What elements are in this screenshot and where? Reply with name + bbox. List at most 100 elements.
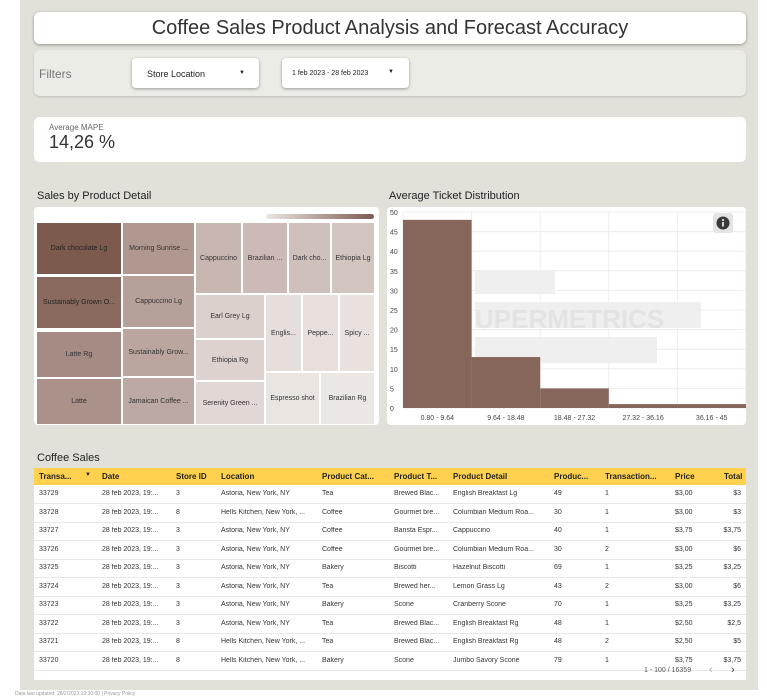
table-row[interactable]: 33720 28 feb 2023, 19:... 8 Hells Kitchen, … xyxy=(34,652,746,671)
table-row[interactable]: 33728 28 feb 2023, 19:... 8 Hells Kitchen, … xyxy=(34,504,746,523)
column-header[interactable]: Transa... xyxy=(39,472,89,481)
table-cell: Bakery xyxy=(322,601,344,608)
table-cell: 2 xyxy=(605,545,609,553)
treemap-cell[interactable]: Sustainably Grown O... xyxy=(36,276,122,329)
table-cell: Lemon Grass Lg xyxy=(453,582,505,590)
table-row[interactable]: 33722 28 feb 2023, 19:... 3 Astoria, New Yo… xyxy=(34,615,746,634)
treemap-cell[interactable]: Morning Sunrise ... xyxy=(122,222,195,275)
column-header[interactable]: Total xyxy=(724,472,744,481)
dropdown-caret-icon: ▼ xyxy=(239,70,245,76)
treemap-cell[interactable]: Serenity Green ... xyxy=(195,381,265,425)
table-cell: $3,25 xyxy=(723,564,741,571)
table-row[interactable]: 33725 28 feb 2023, 19:... 3 Astoria, New Yo… xyxy=(34,559,746,578)
treemap-cell[interactable]: Dark chocolate Lg xyxy=(36,222,122,275)
next-page-button[interactable]: › xyxy=(731,664,735,676)
table-cell: Gourmet bre... xyxy=(394,508,440,516)
pagination-label: 1 - 100 / 16359 xyxy=(644,667,692,674)
watermark-text: UPERMETRICS xyxy=(475,304,664,334)
treemap-cell[interactable]: Dark cho... xyxy=(288,222,331,294)
treemap-cell[interactable]: Brazilian Rg xyxy=(320,372,375,425)
table-cell: Gourmet bre... xyxy=(394,545,440,553)
treemap-cell[interactable]: Cappuccino xyxy=(195,222,242,294)
table-cell: $6 xyxy=(733,545,741,553)
table-row[interactable]: 33723 28 feb 2023, 19:... 3 Astoria, New Yo… xyxy=(34,596,746,615)
column-header[interactable]: Produc... xyxy=(554,472,600,481)
table-cell: English Breakfast Rg xyxy=(453,638,519,645)
treemap-cell[interactable]: Spicy ... xyxy=(339,294,375,372)
treemap-cell[interactable]: Ethiopia Lg xyxy=(331,222,375,294)
table-cell: Barista Espr... xyxy=(394,527,438,534)
table-cell: Astoria, New York, NY xyxy=(221,527,290,534)
table-cell: Brewed Blac... xyxy=(394,638,440,645)
table-cell: $3 xyxy=(733,508,741,516)
table-cell: 33724 xyxy=(39,582,59,590)
x-tick-label: 18.48 - 27.32 xyxy=(554,415,595,422)
table-row[interactable]: 33726 28 feb 2023, 19:... 3 Astoria, New Yo… xyxy=(34,541,746,560)
table-row[interactable]: 33724 28 feb 2023, 19:... 3 Astoria, New Yo… xyxy=(34,578,746,597)
treemap-cell[interactable]: Sustainably Grow... xyxy=(122,328,195,377)
date-range-dropdown[interactable]: 1 feb 2023 - 28 feb 2023 ▼ xyxy=(282,58,409,88)
table-cell: 79 xyxy=(554,656,562,664)
table-cell: 1 xyxy=(605,619,609,627)
table-cell: 28 feb 2023, 19:... xyxy=(102,490,159,497)
table-cell: 48 xyxy=(554,619,562,627)
table-cell: 30 xyxy=(554,508,562,516)
report-title: Coffee Sales Product Analysis and Foreca… xyxy=(151,16,629,39)
treemap-chart[interactable]: Dark chocolate Lg Sustainably Grown O... L… xyxy=(34,207,379,425)
y-tick-label: 25 xyxy=(390,308,398,315)
table-cell: $3,00 xyxy=(675,582,693,590)
table-cell: 1 xyxy=(605,601,609,608)
table-cell: 28 feb 2023, 19:... xyxy=(102,638,159,645)
table-cell: Brewed Blac... xyxy=(394,619,440,627)
table-cell: 49 xyxy=(554,490,562,497)
column-header[interactable]: Location xyxy=(221,472,317,481)
histogram-bar xyxy=(471,357,541,408)
table-row[interactable]: 33721 28 feb 2023, 19:... 8 Hells Kitchen, … xyxy=(34,633,746,652)
table-cell: 3 xyxy=(176,601,180,608)
table-cell: 3 xyxy=(176,490,180,497)
treemap-cell[interactable]: Latte xyxy=(36,378,122,425)
table-cell: Astoria, New York, NY xyxy=(221,601,290,608)
x-tick-label: 9.64 - 18.48 xyxy=(487,415,524,422)
table-row[interactable]: 33729 28 feb 2023, 19:... 3 Astoria, New Yo… xyxy=(34,485,746,504)
table-row[interactable]: 33727 28 feb 2023, 19:... 3 Astoria, New Yo… xyxy=(34,522,746,541)
table-cell: Columbian Medium Roa... xyxy=(453,508,534,516)
treemap-cell[interactable]: Englis... xyxy=(265,294,302,372)
treemap-cell[interactable]: Cappuccino Lg xyxy=(122,275,195,328)
table-cell: 28 feb 2023, 19:... xyxy=(102,508,159,516)
table-cell: 28 feb 2023, 19:... xyxy=(102,545,159,553)
table-cell: Cranberry Scone xyxy=(453,601,506,608)
y-tick-label: 40 xyxy=(390,249,398,256)
y-tick-label: 35 xyxy=(390,269,398,276)
column-header[interactable]: Transaction... xyxy=(605,472,669,481)
column-header[interactable]: Store ID xyxy=(176,472,216,481)
sort-down-icon[interactable]: ▼ xyxy=(85,472,91,478)
treemap-cell[interactable]: Latte Rg xyxy=(36,331,122,378)
table-cell: Brewed her... xyxy=(394,582,436,590)
footer-text: Data last updated: 28/2/2023 19:30:00 | … xyxy=(15,691,136,697)
column-header[interactable]: Product T... xyxy=(394,472,450,481)
table-cell: Astoria, New York, NY xyxy=(221,564,290,571)
column-header[interactable]: Product Detail xyxy=(453,472,549,481)
column-header[interactable]: Product Cat... xyxy=(322,472,390,481)
treemap-cell[interactable]: Peppe... xyxy=(302,294,339,372)
treemap-cell[interactable]: Jamaican Coffee ... xyxy=(122,377,195,425)
column-header[interactable]: Date xyxy=(102,472,172,481)
table-cell: 40 xyxy=(554,527,562,534)
table-cell: Cappuccino xyxy=(453,527,490,534)
watermark-block xyxy=(475,270,555,294)
treemap-cell[interactable]: Brazilian ... xyxy=(242,222,288,294)
store-location-dropdown[interactable]: Store Location ▼ xyxy=(132,58,259,88)
info-button[interactable] xyxy=(713,213,733,233)
table-title: Coffee Sales xyxy=(37,452,100,464)
prev-page-button[interactable]: ‹ xyxy=(709,664,713,676)
date-range-label: 1 feb 2023 - 28 feb 2023 xyxy=(292,70,369,77)
histogram-chart[interactable]: 0 5 10 15 20 25 30 35 40 45 50 UPERMETRICS 0.80 - 9.… xyxy=(387,207,746,425)
y-tick-label: 15 xyxy=(390,347,398,354)
treemap-cell[interactable]: Ethiopia Rg xyxy=(195,339,265,381)
column-header[interactable]: Price xyxy=(675,472,717,481)
table-cell: $5 xyxy=(733,638,741,645)
x-tick-label: 0.80 - 9.64 xyxy=(421,415,455,422)
treemap-cell[interactable]: Earl Grey Lg xyxy=(195,294,265,339)
treemap-cell[interactable]: Espresso shot xyxy=(265,372,320,425)
